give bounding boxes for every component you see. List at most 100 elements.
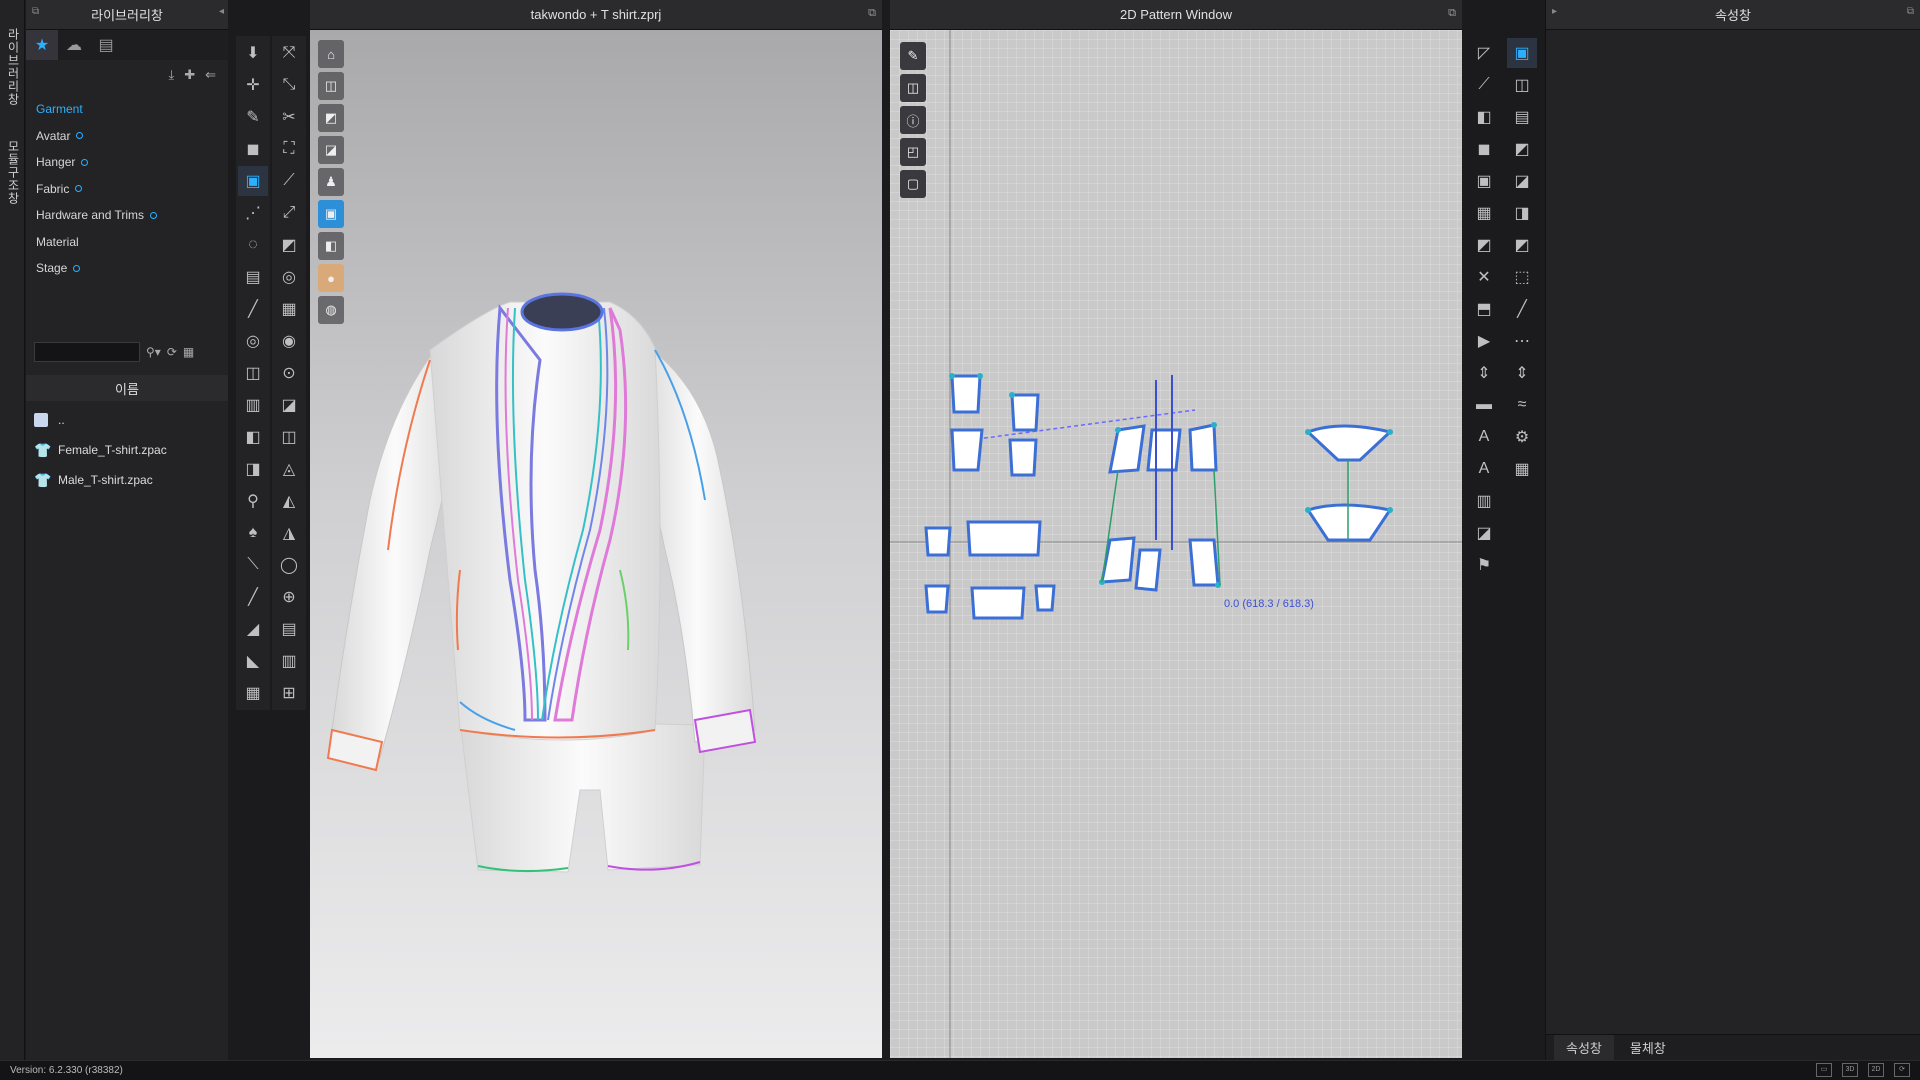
- popout-icon[interactable]: ⧉: [1448, 7, 1456, 20]
- tack-icon[interactable]: ◢: [238, 614, 268, 644]
- pattern-edit-icon[interactable]: ◸: [1469, 38, 1499, 68]
- dots-icon[interactable]: ⋯: [1507, 326, 1537, 356]
- rectangle-icon[interactable]: ▣: [1469, 166, 1499, 196]
- grid-icon[interactable]: ▦: [274, 294, 304, 324]
- popout-icon[interactable]: ⧉: [32, 6, 39, 17]
- expand-arrow-icon[interactable]: ▸: [1552, 6, 1557, 17]
- measure-2d-icon[interactable]: ⇕: [1507, 358, 1537, 388]
- fold-2d-icon[interactable]: ◪: [1507, 166, 1537, 196]
- tab-objects[interactable]: 물체창: [1618, 1035, 1678, 1060]
- select-icon[interactable]: ⬇: [238, 38, 268, 68]
- text-icon[interactable]: A: [1469, 422, 1499, 452]
- lock-icon[interactable]: ◬: [274, 454, 304, 484]
- zoom-icon[interactable]: ⤢: [274, 198, 304, 228]
- settings-icon[interactable]: ⚙: [1507, 422, 1537, 452]
- segment-icon[interactable]: ⋰: [238, 198, 268, 228]
- garment-icon[interactable]: ◼: [238, 134, 268, 164]
- category-item[interactable]: Avatar: [36, 123, 228, 150]
- back-arrow-icon[interactable]: ⇐: [205, 67, 216, 83]
- annotation-icon[interactable]: A: [1469, 454, 1499, 484]
- tab-library[interactable]: 라이브러리창: [4, 28, 22, 106]
- table-icon[interactable]: ▦: [1507, 454, 1537, 484]
- refresh-icon[interactable]: ⟳: [167, 345, 177, 359]
- single-view-icon[interactable]: ▭: [1816, 1063, 1832, 1077]
- circle-icon[interactable]: ◯: [274, 550, 304, 580]
- collapse-arrow-icon[interactable]: ◂: [219, 6, 224, 17]
- line-icon[interactable]: ╱: [238, 294, 268, 324]
- grid-2d-icon[interactable]: ▦: [1469, 198, 1499, 228]
- pin-2d-icon[interactable]: ⚑: [1469, 550, 1499, 580]
- pin-icon[interactable]: ⚲: [238, 486, 268, 516]
- measure-icon[interactable]: ⇕: [1469, 358, 1499, 388]
- 3d-view-icon[interactable]: 3D: [1842, 1063, 1858, 1077]
- tab-properties[interactable]: 속성창: [1554, 1035, 1614, 1060]
- file-item[interactable]: 👕 Male_T-shirt.zpac: [34, 465, 224, 495]
- button-a-icon[interactable]: ◎: [274, 262, 304, 292]
- plus-icon[interactable]: ⊞: [274, 678, 304, 708]
- select-2d-icon[interactable]: ▣: [1507, 38, 1537, 68]
- transform-2d-icon[interactable]: ⟋: [1469, 70, 1499, 100]
- grid-view-icon[interactable]: ▦: [183, 345, 194, 359]
- line-2d-icon[interactable]: ╱: [1507, 294, 1537, 324]
- name-column-header[interactable]: 이름: [26, 375, 228, 401]
- edit-pattern-icon[interactable]: ▣: [238, 166, 268, 196]
- record-icon[interactable]: ◉: [274, 326, 304, 356]
- fabric-icon[interactable]: ▤: [238, 262, 268, 292]
- panel-icon[interactable]: ◫: [274, 422, 304, 452]
- 2d-viewport[interactable]: ✎ ◫ ⓘ ◰ ▢ 0.0 (618.3 / 618.3): [890, 30, 1462, 1058]
- layer-icon[interactable]: ▤: [1507, 102, 1537, 132]
- stripe-icon[interactable]: ▤: [274, 614, 304, 644]
- 2d-view-icon[interactable]: 2D: [1868, 1063, 1884, 1077]
- ruler-icon[interactable]: ╱: [238, 582, 268, 612]
- block-icon[interactable]: ▥: [274, 646, 304, 676]
- internal-icon[interactable]: ◩: [1469, 230, 1499, 260]
- shirt-2d-icon[interactable]: ◫: [1507, 70, 1537, 100]
- file-item[interactable]: ..: [34, 405, 224, 435]
- favorites-tab-star-icon[interactable]: ★: [26, 30, 58, 60]
- clipboard-tab-icon[interactable]: ▤: [90, 30, 122, 60]
- search-input[interactable]: [34, 342, 140, 362]
- pencil-icon[interactable]: ✎: [238, 102, 268, 132]
- button-2d-icon[interactable]: ◩: [1507, 230, 1537, 260]
- brush-icon[interactable]: ⟋: [274, 166, 304, 196]
- popout-icon[interactable]: ⧉: [868, 7, 876, 20]
- category-item[interactable]: Stage: [36, 255, 228, 282]
- wave-icon[interactable]: ≈: [1507, 390, 1537, 420]
- shirt-icon[interactable]: ♠: [238, 518, 268, 548]
- target-icon[interactable]: ⊙: [274, 358, 304, 388]
- thread-icon[interactable]: ◭: [274, 486, 304, 516]
- zipper-2d-icon[interactable]: ⬚: [1507, 262, 1537, 292]
- category-item[interactable]: Hanger: [36, 149, 228, 176]
- texture-icon[interactable]: ◩: [274, 230, 304, 260]
- cross-icon[interactable]: ✕: [1469, 262, 1499, 292]
- refresh-icon[interactable]: ⟳: [1894, 1063, 1910, 1077]
- category-item[interactable]: Material: [36, 229, 228, 256]
- 3d-viewport[interactable]: ⌂ ◫ ◩ ◪ ♟ ▣ ◧ ● ◍: [310, 30, 882, 1058]
- polygon-icon[interactable]: ◼: [1469, 134, 1499, 164]
- fill-icon[interactable]: ▥: [1469, 486, 1499, 516]
- simulate-icon[interactable]: ⤧: [274, 38, 304, 68]
- hanger-icon[interactable]: ◫: [238, 358, 268, 388]
- cut-icon[interactable]: ⟍: [238, 550, 268, 580]
- fold-icon[interactable]: ◌: [238, 230, 268, 260]
- zipper-icon[interactable]: ◨: [238, 454, 268, 484]
- shape-icon[interactable]: ◮: [274, 518, 304, 548]
- button-icon[interactable]: ◧: [238, 422, 268, 452]
- press-icon[interactable]: ◣: [238, 646, 268, 676]
- dart-icon[interactable]: ⬒: [1469, 294, 1499, 324]
- record-2d-icon[interactable]: ▶: [1469, 326, 1499, 356]
- category-item[interactable]: Fabric: [36, 176, 228, 203]
- avatar-2d-icon[interactable]: ◪: [1469, 518, 1499, 548]
- tab-module-structure[interactable]: 모듈구조창: [4, 140, 22, 205]
- layout-icon[interactable]: ▦: [238, 678, 268, 708]
- cloud-tab-cloud-icon[interactable]: ☁: [58, 30, 90, 60]
- transform-icon[interactable]: ✛: [238, 70, 268, 100]
- category-item[interactable]: Garment: [36, 96, 228, 123]
- download-icon[interactable]: ⤓: [168, 67, 174, 83]
- sleeve-icon[interactable]: ◪: [274, 390, 304, 420]
- piece-icon[interactable]: ◩: [1507, 134, 1537, 164]
- category-item[interactable]: Hardware and Trims: [36, 202, 228, 229]
- add-icon[interactable]: ✚: [184, 67, 195, 83]
- mirror-icon[interactable]: ◧: [1469, 102, 1499, 132]
- move-icon[interactable]: ⤡: [274, 70, 304, 100]
